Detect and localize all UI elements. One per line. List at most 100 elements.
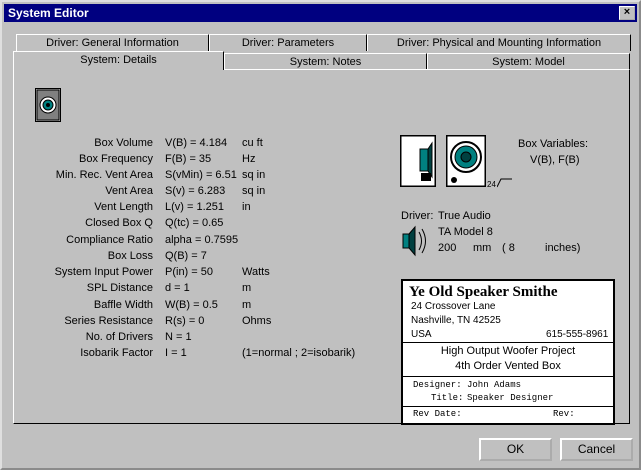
detail-unit: Hz <box>242 153 256 165</box>
window-title: System Editor <box>8 6 89 20</box>
company-phone: 615-555-8961 <box>546 329 609 340</box>
detail-unit: in <box>242 201 251 213</box>
company-address-2: Nashville, TN 42525 <box>411 315 501 326</box>
designer-label: Designer: <box>413 380 462 390</box>
tab-label: Driver: Physical and Mounting Informatio… <box>396 37 602 49</box>
box-front-view-icon[interactable] <box>446 135 486 187</box>
detail-value[interactable]: F(B) = 35 <box>165 153 211 165</box>
tab-driver-general-information[interactable]: Driver: General Information <box>16 34 209 51</box>
detail-label: Box Frequency <box>79 153 153 165</box>
detail-value[interactable]: R(s) = 0 <box>165 315 204 327</box>
detail-unit: Watts <box>242 266 270 278</box>
detail-row-vent-length: Vent Length L(v) = 1.251 in <box>2 201 382 216</box>
detail-row-box-frequency: Box Frequency F(B) = 35 Hz <box>2 153 382 168</box>
box-side-view-icon[interactable] <box>400 135 436 187</box>
detail-label: Vent Area <box>105 185 153 197</box>
card-divider-2 <box>403 376 613 377</box>
tab-label: Driver: Parameters <box>241 37 335 49</box>
project-line-2: 4th Order Vented Box <box>455 360 561 372</box>
card-divider-3 <box>403 406 613 407</box>
detail-value[interactable]: alpha = 0.7595 <box>165 234 238 246</box>
detail-row-no-of-drivers: No. of Drivers N = 1 <box>2 331 382 346</box>
detail-label: Isobarik Factor <box>80 347 153 359</box>
detail-label: Box Volume <box>94 137 153 149</box>
rev-label: Rev: <box>553 409 575 419</box>
company-country: USA <box>411 329 432 340</box>
rev-date-label: Rev Date: <box>413 409 462 419</box>
detail-unit: (1=normal ; 2=isobarik) <box>242 347 356 359</box>
ok-button[interactable]: OK <box>479 438 552 461</box>
tab-system-model[interactable]: System: Model <box>427 53 630 70</box>
company-address-1: 24 Crossover Lane <box>411 301 496 312</box>
detail-value[interactable]: L(v) = 1.251 <box>165 201 224 213</box>
detail-unit: Ohms <box>242 315 272 327</box>
detail-unit: sq in <box>242 185 266 197</box>
driver-label: Driver: <box>401 210 434 222</box>
tab-label: System: Notes <box>289 56 362 68</box>
cancel-button[interactable]: Cancel <box>560 438 633 461</box>
detail-value[interactable]: S(vMin) = 6.51 <box>165 169 237 181</box>
title-bar: System Editor × <box>4 4 637 22</box>
detail-label: Series Resistance <box>64 315 153 327</box>
project-line-1: High Output Woofer Project <box>440 345 576 357</box>
detail-row-box-volume: Box Volume V(B) = 4.184 cu ft <box>2 137 382 152</box>
detail-row-vent-area: Vent Area S(v) = 6.283 sq in <box>2 185 382 200</box>
detail-row-compliance-ratio: Compliance Ratio alpha = 0.7595 <box>2 234 382 249</box>
box-variables-title: Box Variables: <box>518 138 589 150</box>
detail-value[interactable]: N = 1 <box>165 331 192 343</box>
detail-unit: m <box>242 282 252 294</box>
detail-unit: cu ft <box>242 137 263 149</box>
detail-value[interactable]: Q(B) = 7 <box>165 250 207 262</box>
company-name: Ye Old Speaker Smithe <box>409 284 558 300</box>
title-label: Title: <box>431 393 464 403</box>
detail-value[interactable]: d = 1 <box>165 282 190 294</box>
driver-size-mm: 200 <box>438 242 457 254</box>
detail-label: No. of Drivers <box>85 331 153 343</box>
driver-mm-unit: mm <box>473 242 492 254</box>
tab-label: System: Model <box>492 56 565 68</box>
detail-value[interactable]: Q(tc) = 0.65 <box>165 217 223 229</box>
title-value: Speaker Designer <box>467 393 554 403</box>
driver-in-unit: inches) <box>545 242 581 254</box>
tab-driver-parameters[interactable]: Driver: Parameters <box>209 34 367 51</box>
port-line-icon <box>497 178 512 188</box>
detail-row-series-resistance: Series Resistance R(s) = 0 Ohms <box>2 315 382 330</box>
detail-label: SPL Distance <box>86 282 153 294</box>
system-editor-window: System Editor × Driver: General Informat… <box>0 0 641 470</box>
designer-card: Ye Old Speaker Smithe 24 Crossover Lane … <box>401 279 615 425</box>
detail-label: Baffle Width <box>93 299 153 311</box>
driver-cone-icon <box>402 225 426 257</box>
detail-row-min-vent-area: Min. Rec. Vent Area S(vMin) = 6.51 sq in <box>2 169 382 184</box>
detail-row-spl-distance: SPL Distance d = 1 m <box>2 282 382 297</box>
tab-system-details[interactable]: System: Details <box>13 51 224 70</box>
speaker-cabinet-icon <box>35 88 61 122</box>
designer-name: John Adams <box>467 380 522 390</box>
tab-system-notes[interactable]: System: Notes <box>224 53 427 70</box>
close-button[interactable]: × <box>619 6 635 20</box>
detail-row-isobarik-factor: Isobarik Factor I = 1 (1=normal ; 2=isobar… <box>2 347 382 362</box>
detail-label: Vent Length <box>94 201 153 213</box>
detail-row-box-loss: Box Loss Q(B) = 7 <box>2 250 382 265</box>
detail-row-baffle-width: Baffle Width W(B) = 0.5 m <box>2 299 382 314</box>
driver-size-in: ( 8 <box>502 242 515 254</box>
detail-unit: m <box>242 299 252 311</box>
detail-value[interactable]: P(in) = 50 <box>165 266 213 278</box>
box-variables-value: V(B), F(B) <box>530 154 580 166</box>
card-divider-1 <box>403 342 613 343</box>
detail-value[interactable]: S(v) = 6.283 <box>165 185 225 197</box>
box-small-label: 24 <box>487 180 496 189</box>
detail-value[interactable]: I = 1 <box>165 347 187 359</box>
detail-row-input-power: System Input Power P(in) = 50 Watts <box>2 266 382 281</box>
detail-label: Closed Box Q <box>85 217 153 229</box>
detail-label: Box Loss <box>107 250 153 262</box>
tab-label: Driver: General Information <box>46 37 179 49</box>
tab-driver-physical-mounting[interactable]: Driver: Physical and Mounting Informatio… <box>367 34 631 51</box>
detail-label: Compliance Ratio <box>66 234 153 246</box>
detail-label: Min. Rec. Vent Area <box>55 169 153 181</box>
detail-row-closed-box-q: Closed Box Q Q(tc) = 0.65 <box>2 217 382 232</box>
detail-label: System Input Power <box>54 266 153 278</box>
detail-value[interactable]: V(B) = 4.184 <box>165 137 227 149</box>
detail-value[interactable]: W(B) = 0.5 <box>165 299 218 311</box>
detail-unit: sq in <box>242 169 266 181</box>
tab-label: System: Details <box>80 54 157 66</box>
